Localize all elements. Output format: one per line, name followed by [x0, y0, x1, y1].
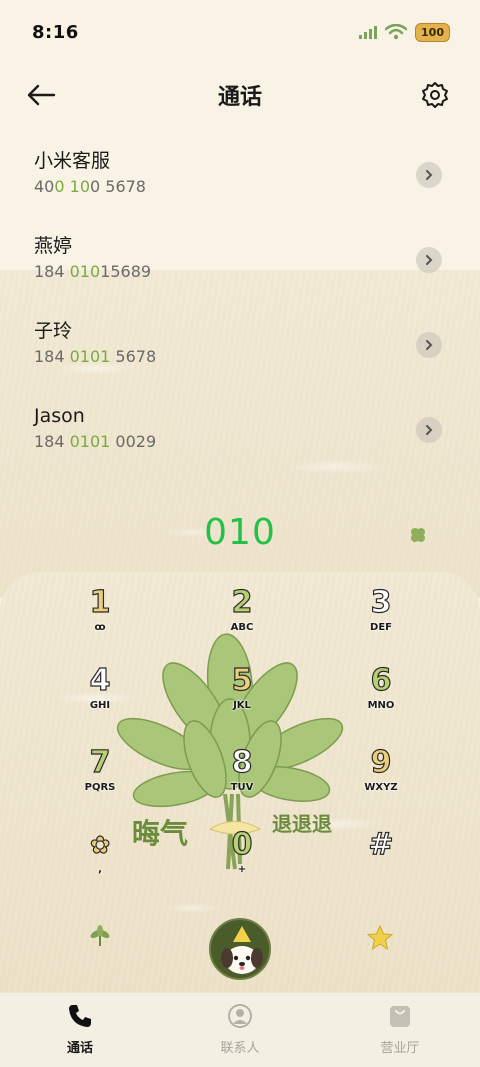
tab-contacts[interactable]: 联系人 [180, 993, 300, 1067]
person-icon [228, 1004, 252, 1028]
key-4[interactable]: 4 GHI [55, 663, 145, 732]
list-item[interactable]: 子玲 184 0101 5678 [0, 300, 480, 385]
puppy-icon [221, 926, 263, 974]
chevron-right-icon[interactable] [416, 332, 442, 358]
bottom-tab-bar: 通话 联系人 营业厅 [0, 992, 480, 1067]
star-icon [366, 924, 394, 951]
key-9[interactable]: 9 WXYZ [336, 745, 426, 814]
status-icons: 100 [359, 22, 450, 42]
key-digit: 9 [370, 745, 392, 780]
signal-icon [359, 25, 378, 39]
tab-label: 营业厅 [380, 1041, 420, 1056]
tab-label: 联系人 [220, 1041, 260, 1056]
tab-calls[interactable]: 通话 [20, 993, 140, 1067]
call-button[interactable] [209, 918, 271, 980]
key-letters: WXYZ [364, 782, 398, 793]
key-7[interactable]: 7 PQRS [55, 745, 145, 814]
key-digit: 4 [89, 663, 111, 698]
contact-number: 400 100 5678 [34, 177, 146, 196]
battery-badge: 100 [415, 22, 450, 42]
chevron-right-icon[interactable] [416, 417, 442, 443]
list-item[interactable]: Jason 184 0101 0029 [0, 385, 480, 470]
chevron-right-icon[interactable] [416, 162, 442, 188]
header: 通话 [0, 70, 480, 120]
key-letters: JKL [233, 700, 251, 711]
tab-business-hall[interactable]: 营业厅 [340, 993, 460, 1067]
key-letters: TUV [230, 782, 254, 793]
key-1[interactable]: 1ꝏ [55, 585, 145, 654]
status-time: 8:16 [32, 21, 79, 43]
page-title: 通话 [217, 85, 262, 110]
contact-list: 小米客服 400 100 5678 燕婷 184 01015689 子玲 184… [0, 130, 480, 598]
key-letters: ꝏ [94, 622, 106, 633]
list-item[interactable]: 小米客服 400 100 5678 [0, 130, 480, 215]
key-digit: 3 [370, 585, 392, 620]
dial-keypad: 晦气 退退退 1ꝏ 2 ABC 3 DEF 4 GHI 5 JKL 6 MNO 7 PQRS… [0, 572, 480, 992]
key-digit: 1 [89, 585, 111, 620]
key-5[interactable]: 5 JKL [197, 663, 287, 732]
key-0[interactable]: 0 + [197, 827, 287, 896]
list-item[interactable]: 燕婷 184 01015689 [0, 215, 480, 300]
key-digit: 7 [89, 745, 111, 780]
key-digit: # [368, 827, 394, 862]
wifi-icon [385, 24, 408, 40]
key-letters: ABC [230, 622, 254, 633]
key-letters: GHI [89, 700, 111, 711]
key-letters: PQRS [84, 782, 116, 793]
clover-icon [411, 528, 425, 542]
key-letters: + [237, 864, 247, 875]
contact-name: Jason [34, 405, 85, 427]
status-bar: 8:16 100 [0, 0, 480, 64]
contact-number: 184 0101 0029 [34, 432, 157, 451]
sprout-icon [90, 925, 110, 946]
key-hash[interactable]: # [336, 827, 426, 896]
bag-icon [390, 1006, 410, 1027]
key-star[interactable]: ✿, [55, 828, 145, 896]
key-6[interactable]: 6 MNO [336, 663, 426, 732]
key-digit: 6 [370, 663, 392, 698]
gear-icon[interactable] [420, 80, 450, 110]
key-3[interactable]: 3 DEF [336, 585, 426, 654]
key-2[interactable]: 2 ABC [197, 585, 287, 654]
flower-icon: ✿ [89, 830, 111, 859]
contact-number: 184 01015689 [34, 262, 152, 281]
contact-name: 小米客服 [34, 150, 111, 172]
key-8[interactable]: 8 TUV [197, 745, 287, 814]
key-digit: 2 [231, 585, 253, 620]
key-letters: DEF [370, 622, 392, 633]
key-digit: 8 [231, 745, 253, 780]
key-digit: 5 [231, 663, 253, 698]
contact-number: 184 0101 5678 [34, 347, 157, 366]
chevron-right-icon[interactable] [416, 247, 442, 273]
contact-name: 子玲 [34, 320, 73, 342]
tab-label: 通话 [66, 1041, 93, 1056]
contact-name: 燕婷 [34, 235, 73, 257]
phone-icon [69, 1005, 91, 1027]
back-arrow-icon[interactable] [24, 80, 58, 110]
key-digit: 0 [231, 827, 253, 862]
key-letters: , [98, 864, 102, 875]
key-letters: MNO [367, 700, 395, 711]
